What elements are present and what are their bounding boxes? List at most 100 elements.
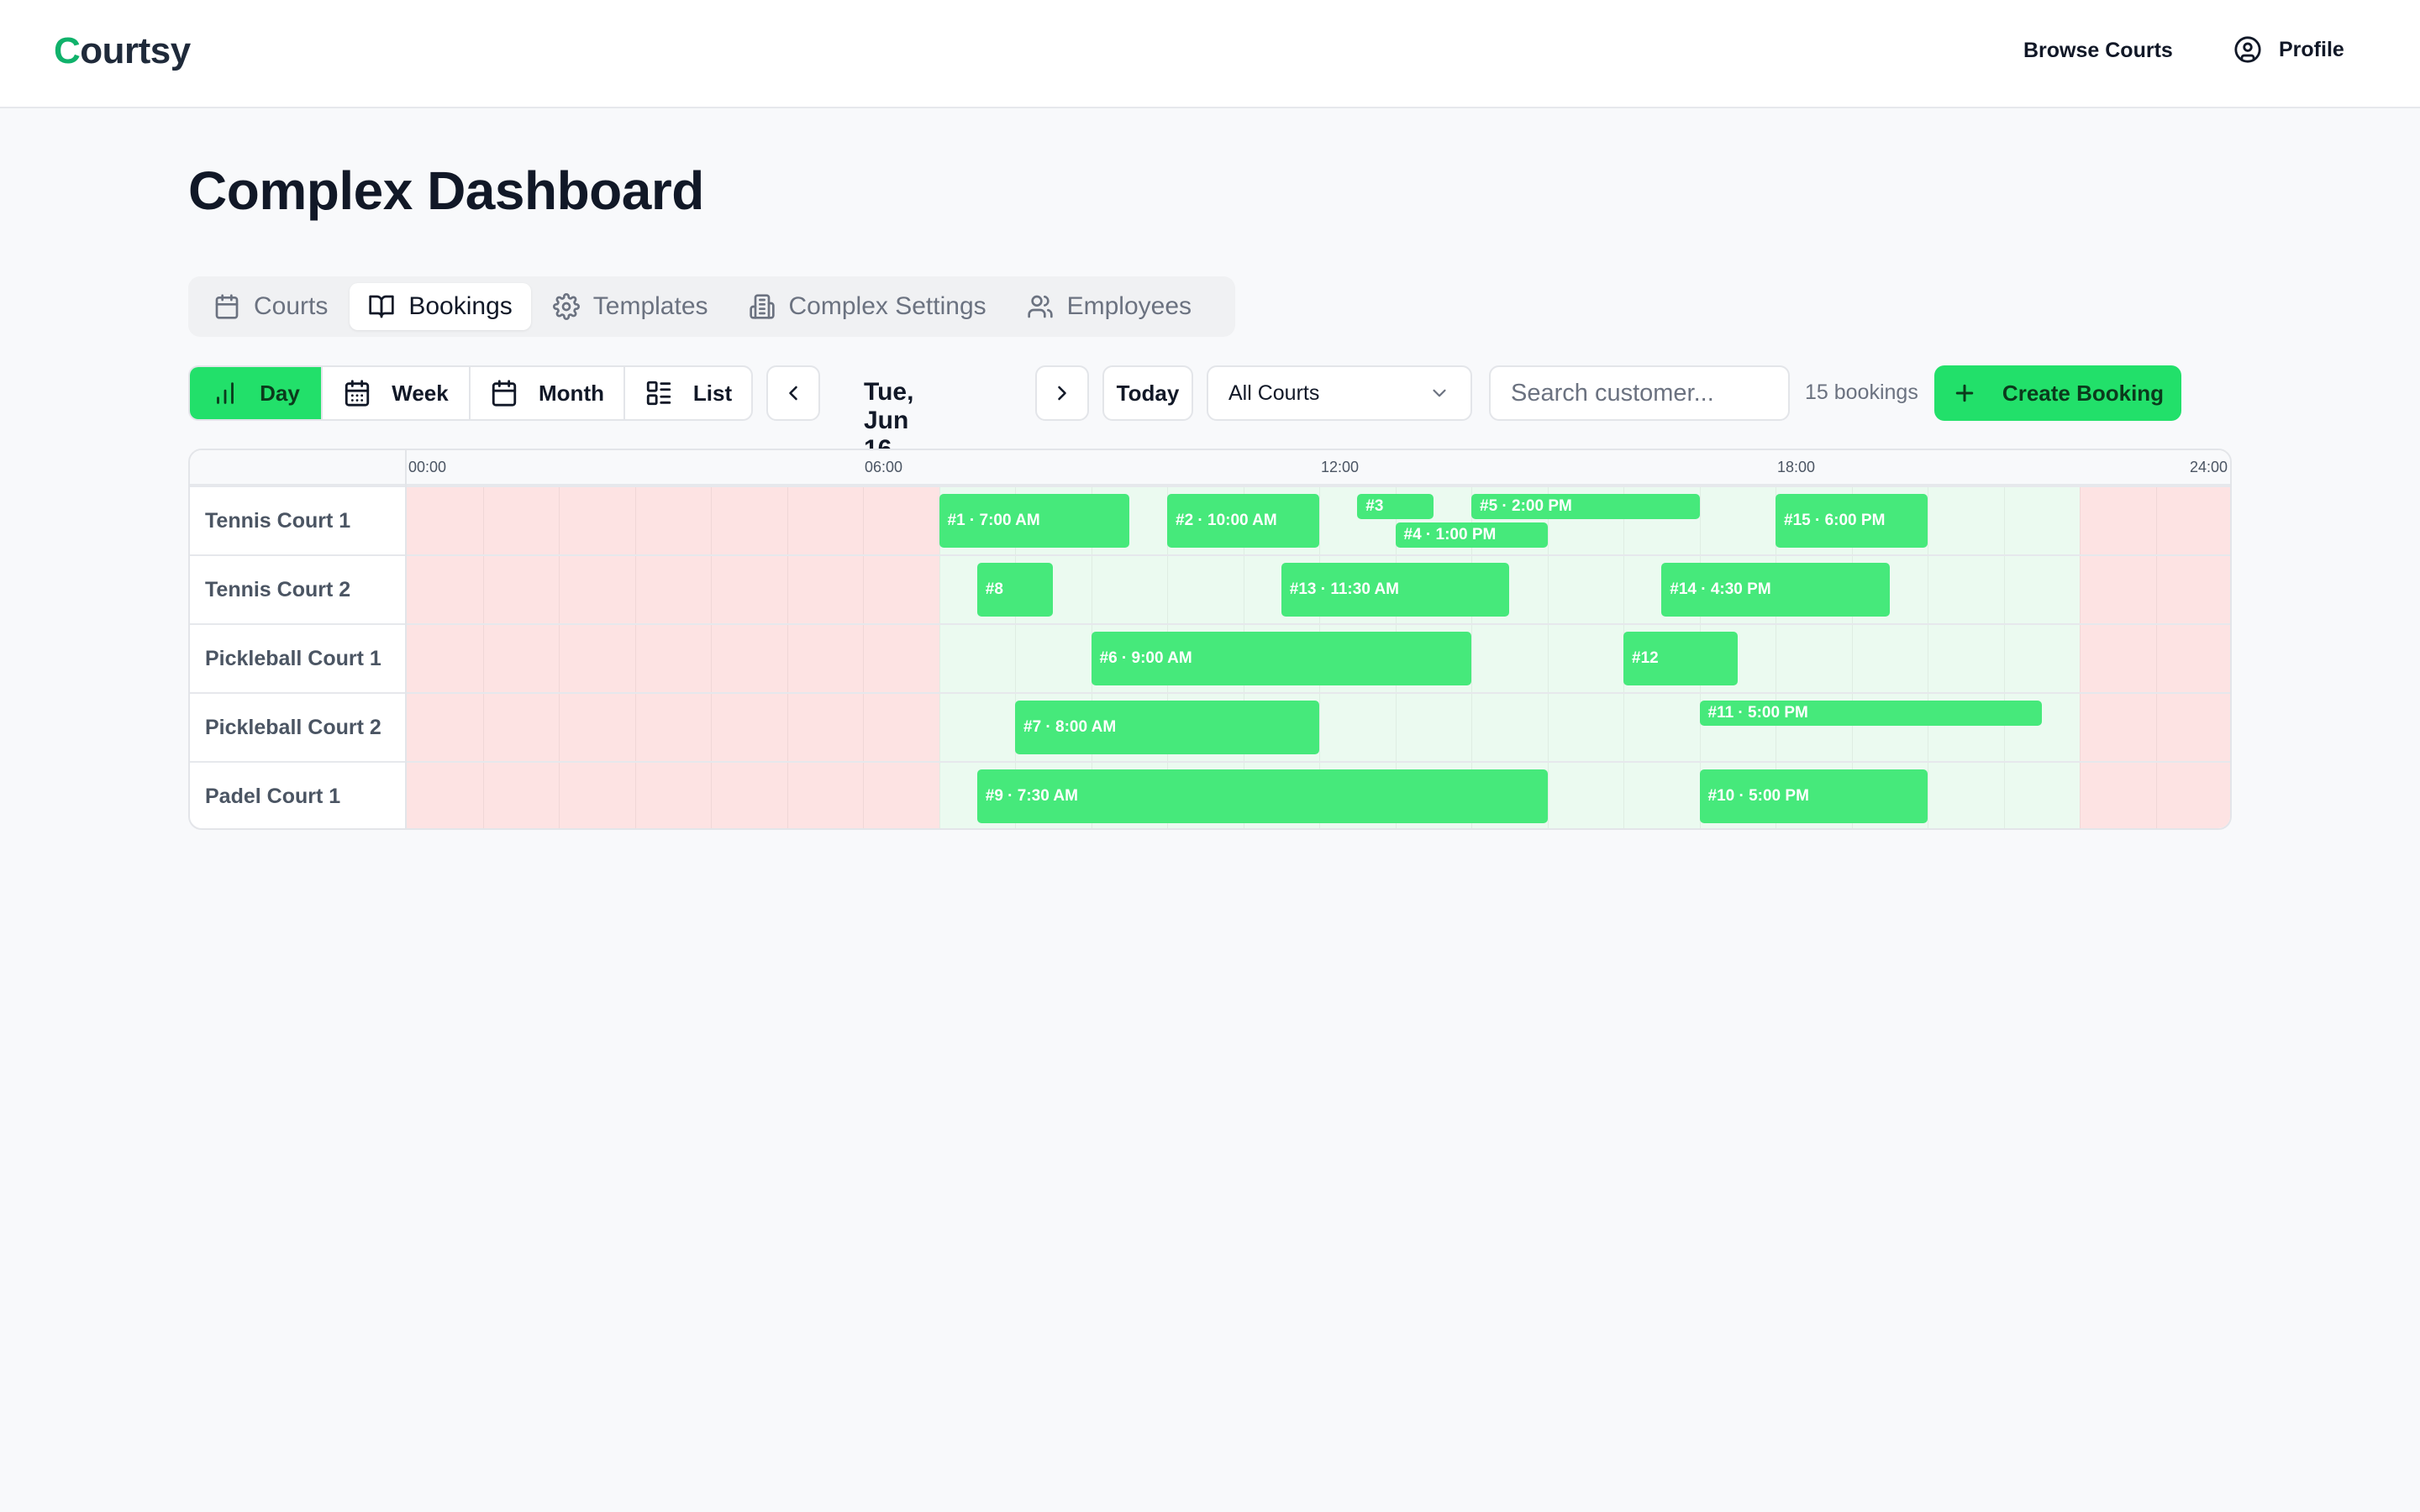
- hour-gridline: [786, 763, 788, 828]
- hour-gridline: [482, 625, 484, 692]
- booking-block[interactable]: #11 · 5:00 PM: [1699, 701, 2042, 726]
- hour-gridline: [786, 625, 788, 692]
- hour-gridline: [634, 694, 636, 761]
- hour-gridline: [1547, 556, 1549, 623]
- hour-gridline: [634, 487, 636, 554]
- view-label: Month: [539, 380, 604, 406]
- time-tick: 00:00: [408, 459, 447, 475]
- hour-gridline: [1015, 625, 1016, 692]
- hour-gridline: [634, 625, 636, 692]
- hour-gridline: [559, 763, 560, 828]
- booking-block[interactable]: #8: [976, 563, 1054, 617]
- tab-bookings[interactable]: Bookings: [350, 283, 531, 330]
- create-booking-button[interactable]: Create Booking: [1934, 365, 2181, 421]
- prev-day-button[interactable]: [766, 365, 820, 421]
- users-icon: [1027, 295, 1053, 318]
- tab-label: Courts: [254, 292, 329, 320]
- view-label: List: [692, 380, 733, 406]
- customer-search-input[interactable]: [1489, 365, 1790, 421]
- tab-templates[interactable]: Templates: [534, 283, 727, 330]
- hour-gridline: [2080, 487, 2081, 554]
- plus-icon: [1955, 384, 1974, 402]
- view-month-button[interactable]: Month: [471, 367, 625, 419]
- booking-block[interactable]: #2 · 10:00 AM: [1167, 494, 1319, 548]
- booking-block[interactable]: #14 · 4:30 PM: [1661, 563, 1890, 617]
- hour-gridline: [863, 556, 864, 623]
- closed-hours-zone: [407, 487, 939, 554]
- booking-block[interactable]: #12: [1623, 632, 1738, 685]
- hour-gridline: [2155, 694, 2157, 761]
- gear-icon: [552, 293, 580, 320]
- tab-label: Complex Settings: [788, 292, 986, 320]
- booking-block[interactable]: #9 · 7:30 AM: [976, 769, 1548, 823]
- user-circle-icon: [2234, 36, 2261, 63]
- hour-gridline: [711, 694, 712, 761]
- calendar-icon: [215, 294, 239, 319]
- court-filter-select[interactable]: All Courts: [1207, 365, 1472, 421]
- hour-gridline: [863, 763, 864, 828]
- booking-block[interactable]: #1 · 7:00 AM: [939, 494, 1129, 548]
- chevron-left-icon: [789, 386, 797, 401]
- hour-gridline: [786, 694, 788, 761]
- hour-gridline: [711, 625, 712, 692]
- court-track[interactable]: #8 #13 · 11:30 AM #14 · 4:30 PM: [407, 556, 2230, 623]
- hour-gridline: [2003, 763, 2005, 828]
- view-week-button[interactable]: Week: [323, 367, 471, 419]
- closed-hours-zone: [407, 763, 939, 828]
- hour-gridline: [939, 556, 940, 623]
- hour-gridline: [1319, 694, 1320, 761]
- tab-label: Employees: [1066, 292, 1192, 320]
- hour-gridline: [1471, 625, 1472, 692]
- hour-gridline: [1319, 487, 1320, 554]
- profile-link[interactable]: Profile: [2233, 35, 2344, 64]
- logo[interactable]: Courtsy: [54, 30, 191, 72]
- booking-block[interactable]: #7 · 8:00 AM: [1015, 701, 1319, 754]
- hour-gridline: [2155, 763, 2157, 828]
- calendar-grid-icon: [345, 380, 370, 407]
- view-list-button[interactable]: List: [625, 367, 751, 419]
- hour-gridline: [634, 556, 636, 623]
- hour-gridline: [2003, 556, 2005, 623]
- booking-block[interactable]: #4 · 1:00 PM: [1395, 522, 1548, 548]
- court-track[interactable]: #1 · 7:00 AM #2 · 10:00 AM #3 #4 · 1:00 PM #…: [407, 487, 2230, 554]
- booking-block[interactable]: #6 · 9:00 AM: [1091, 632, 1471, 685]
- court-row: #6 · 9:00 AM #12 Pickleball Court 1: [190, 623, 2230, 692]
- hour-gridline: [786, 556, 788, 623]
- hour-gridline: [1167, 556, 1168, 623]
- booking-block[interactable]: #13 · 11:30 AM: [1281, 563, 1510, 617]
- booking-block[interactable]: #5 · 2:00 PM: [1471, 494, 1700, 519]
- tab-employees[interactable]: Employees: [1008, 283, 1210, 330]
- time-tick: 18:00: [1777, 459, 1816, 475]
- hour-gridline: [559, 694, 560, 761]
- tab-courts[interactable]: Courts: [195, 283, 346, 330]
- booking-count: 15 bookings: [1805, 381, 1918, 404]
- court-track[interactable]: #6 · 9:00 AM #12: [407, 625, 2230, 692]
- today-button[interactable]: Today: [1102, 365, 1193, 421]
- court-row: #8 #13 · 11:30 AM #14 · 4:30 PM Tennis Cour…: [190, 554, 2230, 623]
- hour-gridline: [634, 763, 636, 828]
- view-day-button[interactable]: Day: [190, 367, 323, 419]
- hour-gridline: [2155, 625, 2157, 692]
- calendar-icon: [492, 380, 517, 407]
- tab-label: Bookings: [408, 292, 513, 320]
- chevron-right-icon: [1058, 386, 1066, 401]
- hour-gridline: [1623, 694, 1624, 761]
- hour-gridline: [1547, 694, 1549, 761]
- browse-courts-link[interactable]: Browse Courts: [2023, 39, 2173, 63]
- tab-label: Templates: [592, 292, 708, 320]
- time-tick: 24:00: [2190, 459, 2228, 475]
- tab-complex-settings[interactable]: Complex Settings: [730, 283, 1005, 330]
- hour-gridline: [2155, 487, 2157, 554]
- next-day-button[interactable]: [1035, 365, 1089, 421]
- booking-block[interactable]: #10 · 5:00 PM: [1699, 769, 1928, 823]
- court-track[interactable]: #7 · 8:00 AM #11 · 5:00 PM: [407, 694, 2230, 761]
- court-row: #9 · 7:30 AM #10 · 5:00 PM Padel Court 1: [190, 761, 2230, 828]
- open-hours-zone[interactable]: [939, 556, 2080, 623]
- court-track[interactable]: #9 · 7:30 AM #10 · 5:00 PM: [407, 763, 2230, 828]
- court-row: #7 · 8:00 AM #11 · 5:00 PM Pickleball Cour…: [190, 692, 2230, 761]
- booking-block[interactable]: #15 · 6:00 PM: [1776, 494, 1928, 548]
- hour-gridline: [1851, 625, 1853, 692]
- booking-block[interactable]: #3: [1357, 494, 1434, 519]
- closed-hours-zone: [407, 625, 939, 692]
- court-row: #1 · 7:00 AM #2 · 10:00 AM #3 #4 · 1:00 PM #…: [190, 486, 2230, 554]
